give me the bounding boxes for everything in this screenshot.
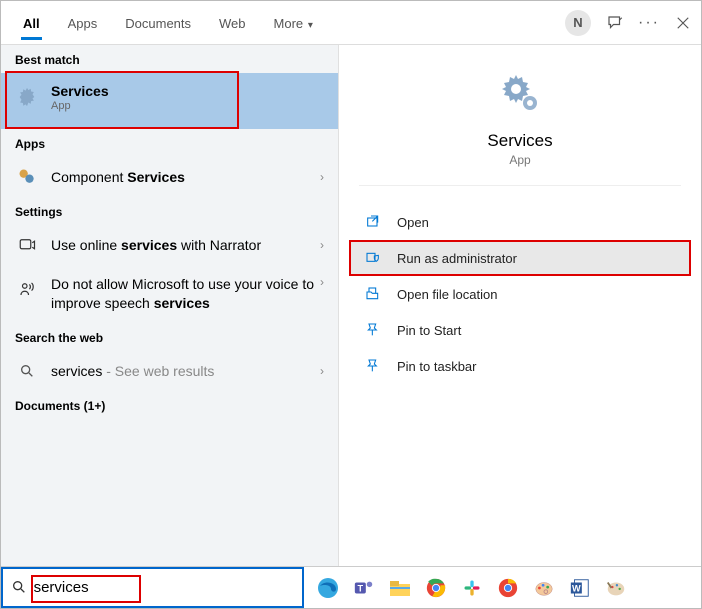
taskbar-chrome-canary-icon[interactable] [494,574,522,602]
chevron-right-icon: › [320,275,324,289]
result-speech-services[interactable]: Do not allow Microsoft to use your voice… [1,265,338,323]
user-avatar[interactable]: N [565,10,591,36]
gear-icon [496,69,544,117]
section-best-match: Best match [1,45,338,73]
close-icon[interactable] [673,13,693,33]
section-apps: Apps [1,129,338,157]
pin-icon [363,356,383,376]
taskbar-edge-icon[interactable] [314,574,342,602]
action-open-file-location[interactable]: Open file location [349,276,691,312]
tab-more[interactable]: More ▾ [260,6,327,39]
search-icon [15,359,39,383]
tab-all[interactable]: All [9,6,54,39]
header-tabs-bar: All Apps Documents Web More ▾ N ··· [1,1,701,45]
result-title: Services [51,83,109,99]
result-text: Do not allow Microsoft to use your voice… [51,275,320,313]
action-label: Open [397,215,429,230]
taskbar-slack-icon[interactable] [458,574,486,602]
taskbar-paint-icon[interactable] [530,574,558,602]
section-search-web: Search the web [1,323,338,351]
taskbar-chrome-icon[interactable] [422,574,450,602]
tab-apps[interactable]: Apps [54,6,112,39]
result-text: services - See web results [51,363,320,379]
result-narrator-services[interactable]: Use online services with Narrator › [1,225,338,265]
gear-icon [15,85,39,109]
app-title: Services [487,131,552,151]
results-panel: Best match Services App Apps Component S… [1,45,339,566]
result-text: Component Services [51,169,320,185]
action-pin-to-start[interactable]: Pin to Start [349,312,691,348]
chevron-down-icon: ▾ [305,20,313,31]
action-run-as-admin[interactable]: Run as administrator [349,240,691,276]
result-text: Use online services with Narrator [51,237,320,253]
speech-icon [15,277,39,301]
svg-text:T: T [358,583,364,593]
action-label: Open file location [397,287,497,302]
taskbar-teams-icon[interactable]: T [350,574,378,602]
search-input[interactable] [34,579,294,596]
tab-documents[interactable]: Documents [111,6,205,39]
more-options-icon[interactable]: ··· [639,13,659,33]
search-icon [11,579,28,597]
action-label: Run as administrator [397,251,517,266]
action-pin-to-taskbar[interactable]: Pin to taskbar [349,348,691,384]
pin-icon [363,320,383,340]
section-settings: Settings [1,197,338,225]
result-subtitle: App [51,100,109,112]
chevron-right-icon: › [320,170,324,184]
result-services-app[interactable]: Services App [1,73,338,129]
taskbar-paint3d-icon[interactable] [602,574,630,602]
tab-web[interactable]: Web [205,6,260,39]
component-services-icon [15,165,39,189]
taskbar-explorer-icon[interactable] [386,574,414,602]
chevron-right-icon: › [320,238,324,252]
feedback-icon[interactable] [605,13,625,33]
taskbar-word-icon[interactable]: W [566,574,594,602]
svg-text:W: W [572,583,581,593]
app-subtitle: App [509,153,530,167]
open-icon [363,212,383,232]
narrator-icon [15,233,39,257]
result-web-services[interactable]: services - See web results › [1,351,338,391]
chevron-right-icon: › [320,364,324,378]
section-documents: Documents (1+) [1,391,338,419]
action-open[interactable]: Open [349,204,691,240]
details-panel: Services App Open Run as administrator O… [339,45,701,566]
result-component-services[interactable]: Component Services › [1,157,338,197]
action-label: Pin to Start [397,323,461,338]
taskbar: T W [1,566,701,608]
admin-shield-icon [363,248,383,268]
folder-icon [363,284,383,304]
search-box[interactable] [1,567,304,608]
action-label: Pin to taskbar [397,359,477,374]
